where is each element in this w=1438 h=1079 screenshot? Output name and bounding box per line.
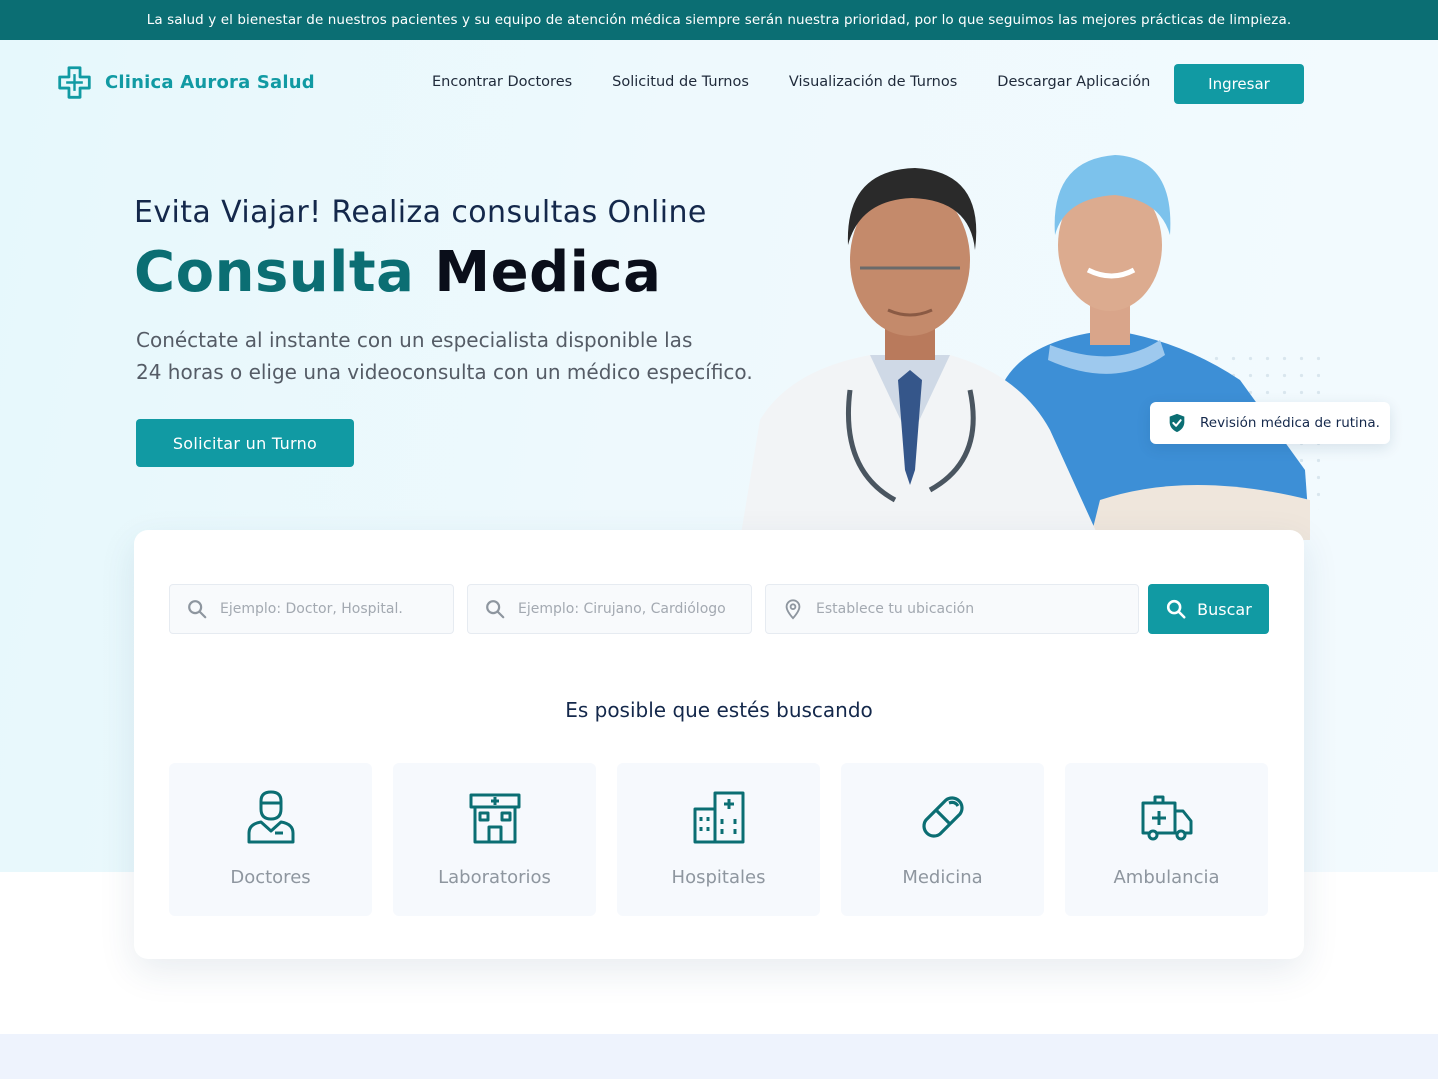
routine-checkup-badge: Revisión médica de rutina. [1150, 402, 1390, 444]
description-line-2: 24 horas o elige una videoconsulta con u… [136, 360, 753, 384]
search-field-specialty[interactable] [467, 584, 752, 634]
search-button-label: Buscar [1197, 599, 1252, 619]
category-label: Doctores [230, 867, 311, 888]
search-card: Buscar Es posible que estés buscando Doc… [134, 530, 1304, 959]
nav-view-appointments[interactable]: Visualización de Turnos [789, 74, 957, 90]
headline-part-1: Consulta [134, 240, 415, 305]
headline-part-2: Medica [434, 240, 662, 305]
login-button[interactable]: Ingresar [1174, 64, 1304, 104]
hospital-icon [693, 791, 744, 844]
category-laboratories[interactable]: Laboratorios [393, 763, 596, 916]
hero-eyebrow: Evita Viajar! Realiza consultas Online [134, 195, 707, 230]
laboratory-icon [469, 793, 520, 844]
suggestions-title: Es posible que estés buscando [565, 698, 873, 722]
search-icon [486, 600, 505, 619]
nav-find-doctors[interactable]: Encontrar Doctores [432, 74, 572, 90]
category-ambulance[interactable]: Ambulancia [1065, 763, 1268, 916]
hero-description: Conéctate al instante con un especialist… [136, 324, 816, 388]
search-field-location[interactable] [765, 584, 1139, 634]
medical-cross-logo-icon [58, 66, 91, 99]
location-pin-icon [785, 599, 801, 620]
announcement-bar: La salud y el bienestar de nuestros paci… [0, 0, 1438, 40]
category-label: Medicina [902, 867, 983, 888]
search-input-location[interactable] [816, 601, 1138, 617]
category-hospitals[interactable]: Hospitales [617, 763, 820, 916]
search-field-doctor[interactable] [169, 584, 454, 634]
search-icon [1167, 599, 1186, 619]
search-button[interactable]: Buscar [1148, 584, 1269, 634]
shield-check-icon [1169, 413, 1185, 433]
nav-download-app[interactable]: Descargar Aplicación [997, 74, 1150, 90]
category-label: Hospitales [671, 867, 766, 888]
brand-name: Clinica Aurora Salud [105, 72, 315, 93]
announcement-text: La salud y el bienestar de nuestros paci… [146, 12, 1292, 28]
search-icon [188, 600, 207, 619]
ambulance-icon [1141, 795, 1192, 841]
category-doctors[interactable]: Doctores [169, 763, 372, 916]
hero-headline: Consulta Medica [134, 240, 661, 305]
search-input-specialty[interactable] [518, 601, 751, 617]
pill-icon [921, 796, 964, 838]
doctor-icon [247, 790, 294, 844]
category-label: Ambulancia [1113, 867, 1220, 888]
request-appointment-button[interactable]: Solicitar un Turno [136, 419, 354, 467]
category-label: Laboratorios [438, 867, 551, 888]
doctors-illustration [740, 155, 1310, 540]
search-input-doctor[interactable] [220, 601, 453, 617]
category-medicine[interactable]: Medicina [841, 763, 1044, 916]
next-section-strip [0, 1034, 1438, 1079]
badge-text: Revisión médica de rutina. [1200, 415, 1380, 431]
nav-request-appointments[interactable]: Solicitud de Turnos [612, 74, 749, 90]
description-line-1: Conéctate al instante con un especialist… [136, 328, 693, 352]
brand-logo[interactable]: Clinica Aurora Salud [56, 64, 315, 101]
main-nav: Encontrar Doctores Solicitud de Turnos V… [432, 74, 1150, 90]
